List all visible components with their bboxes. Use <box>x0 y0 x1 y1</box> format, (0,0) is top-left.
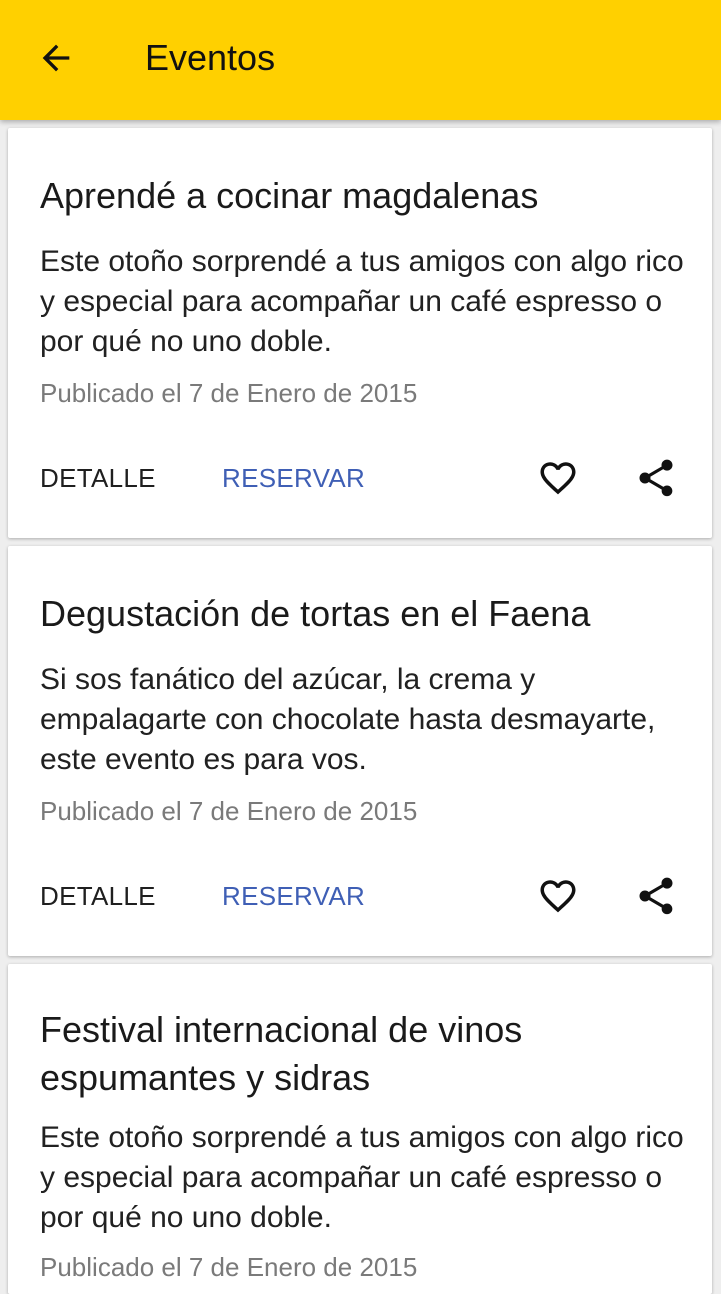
share-button[interactable] <box>628 868 684 924</box>
event-title: Degustación de tortas en el Faena <box>40 593 591 634</box>
event-card: Degustación de tortas en el Faena Si sos… <box>8 546 712 956</box>
detail-button[interactable]: DETALLE <box>40 879 156 913</box>
page-title: Eventos <box>145 37 276 78</box>
event-title: Festival internacional de vinos espumant… <box>40 1009 523 1098</box>
event-description: Este otoño sorprendé a tus amigos con al… <box>40 245 684 358</box>
event-date: Publicado el 7 de Enero de 2015 <box>40 378 418 408</box>
arrow-back-icon <box>42 44 70 72</box>
event-description: Si sos fanático del azúcar, la crema y e… <box>40 663 656 776</box>
event-description: Este otoño sorprendé a tus amigos con al… <box>40 1121 684 1234</box>
share-icon <box>639 877 673 915</box>
event-date: Publicado el 7 de Enero de 2015 <box>40 796 418 826</box>
favorite-button[interactable] <box>530 450 586 506</box>
heart-outline-icon <box>540 462 576 495</box>
event-title: Aprendé a cocinar magdalenas <box>40 175 539 216</box>
event-card: Festival internacional de vinos espumant… <box>8 964 712 1294</box>
detail-button[interactable]: DETALLE <box>40 461 156 495</box>
event-card: Aprendé a cocinar magdalenas Este otoño … <box>8 128 712 538</box>
reserve-button[interactable]: RESERVAR <box>222 879 365 913</box>
app-bar: Eventos <box>0 0 721 120</box>
share-icon <box>639 459 673 497</box>
favorite-button[interactable] <box>530 868 586 924</box>
heart-outline-icon <box>540 880 576 913</box>
back-button[interactable] <box>24 26 88 90</box>
share-button[interactable] <box>628 450 684 506</box>
reserve-button[interactable]: RESERVAR <box>222 461 365 495</box>
event-date: Publicado el 7 de Enero de 2015 <box>40 1252 418 1282</box>
